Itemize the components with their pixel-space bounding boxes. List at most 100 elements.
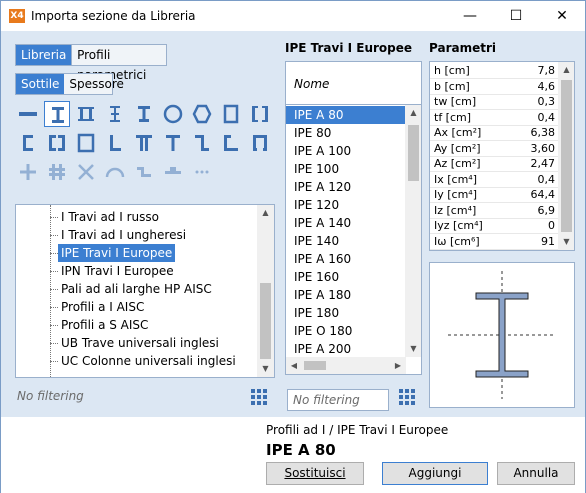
scroll-right-icon[interactable]: ▶: [390, 357, 406, 374]
tree-connector: [50, 253, 58, 254]
hat-shape-icon[interactable]: [160, 159, 186, 185]
more-shape-icon[interactable]: [189, 159, 215, 185]
maximize-button[interactable]: ☐: [493, 1, 539, 31]
t-section-shape-icon[interactable]: [131, 101, 157, 127]
tee-shape-icon[interactable]: [160, 130, 186, 156]
parameter-row: tw [cm] 0,3: [430, 94, 559, 110]
minimize-button[interactable]: —: [447, 1, 493, 31]
profile-list-item[interactable]: IPE O 180: [286, 322, 406, 340]
tree-connector: [50, 325, 58, 326]
scroll-up-icon[interactable]: ▲: [558, 62, 574, 78]
scroll-up-icon[interactable]: ▲: [257, 205, 274, 221]
scroll-down-icon[interactable]: ▼: [558, 234, 574, 250]
tree-item-label: IPE Travi I Europee: [58, 244, 176, 262]
parameter-name: h [cm]: [434, 64, 470, 77]
z-section-alt-shape-icon[interactable]: [218, 130, 244, 156]
parameters-scrollbar[interactable]: ▲ ▼: [558, 62, 574, 250]
parameter-value: 91: [541, 234, 555, 248]
profile-list-item[interactable]: IPE A 140: [286, 214, 406, 232]
cross-double-shape-icon[interactable]: [44, 159, 70, 185]
parameter-row: Iyz [cm⁴] 0: [430, 218, 559, 234]
close-button[interactable]: ✕: [539, 1, 585, 31]
tab-library[interactable]: Libreria: [16, 45, 72, 65]
replace-button[interactable]: Sostituisci: [266, 462, 364, 485]
i-beam-shape-icon[interactable]: [44, 101, 70, 127]
profile-list-item[interactable]: IPE A 200: [286, 340, 406, 358]
profile-list-item[interactable]: IPE 100: [286, 160, 406, 178]
hexagon-shape-icon[interactable]: [189, 101, 215, 127]
flat-bar-shape-icon[interactable]: [15, 101, 41, 127]
dialog-window: X4 Importa sezione da Libreria — ☐ ✕ Lib…: [0, 0, 586, 493]
tree-scrollbar[interactable]: ▲ ▼: [257, 205, 274, 377]
scroll-thumb[interactable]: [260, 283, 271, 359]
profile-list-item[interactable]: IPE A 180: [286, 286, 406, 304]
parameter-row: Iz [cm⁴] 6,9: [430, 203, 559, 219]
arc-shape-icon[interactable]: [102, 159, 128, 185]
tree-item-label: Profili a S AISC: [61, 318, 149, 332]
tree-item-label: I Travi ad I russo: [61, 210, 159, 224]
profile-hscrollbar[interactable]: ◀ ▶: [286, 357, 406, 374]
x-cross-shape-icon[interactable]: [73, 159, 99, 185]
cross-shape-icon[interactable]: [15, 159, 41, 185]
parameter-value: 64,4: [530, 188, 556, 201]
scroll-down-icon[interactable]: ▼: [257, 361, 274, 377]
scroll-up-icon[interactable]: ▲: [405, 105, 421, 121]
profile-list-item[interactable]: IPE 180: [286, 304, 406, 322]
double-t-shape-icon[interactable]: [131, 130, 157, 156]
tab-thick[interactable]: Spessore: [64, 74, 129, 94]
profile-scrollbar[interactable]: ▲ ▼: [405, 105, 421, 357]
scroll-left-icon[interactable]: ◀: [286, 357, 302, 374]
tree-filter-input[interactable]: No filtering: [17, 389, 84, 403]
parameter-value: 6,38: [530, 126, 556, 139]
section-preview: [429, 262, 575, 408]
cold-formed-shape-icon[interactable]: [131, 159, 157, 185]
channel-shape-icon[interactable]: [15, 130, 41, 156]
profile-list-item[interactable]: IPE A 80: [286, 106, 406, 124]
cancel-button[interactable]: Annulla: [497, 462, 575, 485]
double-i-shape-icon[interactable]: [73, 101, 99, 127]
scroll-thumb[interactable]: [561, 80, 572, 232]
parameter-name: Iz [cm⁴]: [434, 203, 477, 217]
angle-shape-icon[interactable]: [102, 130, 128, 156]
profile-family-tree[interactable]: I Travi ad I russo I Travi ad I ungheresi…: [15, 204, 275, 378]
z-section-shape-icon[interactable]: [189, 130, 215, 156]
tree-item-label: IPN Travi I Europee: [61, 264, 174, 278]
tab-thin[interactable]: Sottile: [16, 74, 65, 94]
circle-shape-icon[interactable]: [160, 101, 186, 127]
scroll-thumb[interactable]: [408, 125, 419, 181]
profile-list-item[interactable]: IPE 160: [286, 268, 406, 286]
parameter-name: tw [cm]: [434, 95, 477, 108]
welded-i-shape-icon[interactable]: [102, 101, 128, 127]
grid-view-icon[interactable]: [399, 389, 415, 405]
add-button[interactable]: Aggiungi: [382, 462, 488, 485]
parameter-row: Ax [cm²] 6,38: [430, 125, 559, 141]
tree-connector: [50, 307, 58, 308]
lip-channel-shape-icon[interactable]: [247, 130, 273, 156]
profile-list-item[interactable]: IPE A 120: [286, 178, 406, 196]
scroll-down-icon[interactable]: ▼: [405, 341, 421, 357]
profile-list-item[interactable]: IPE A 160: [286, 250, 406, 268]
double-channel-shape-icon[interactable]: [247, 101, 273, 127]
profile-list-item[interactable]: IPE A 100: [286, 142, 406, 160]
parameter-value: 0,4: [537, 172, 556, 186]
thickness-toggle: Sottile Spessore: [15, 73, 124, 95]
double-channel-open-shape-icon[interactable]: [44, 130, 70, 156]
rect-tube-shape-icon[interactable]: [218, 101, 244, 127]
scroll-thumb[interactable]: [304, 361, 326, 370]
profile-filter-input[interactable]: No filtering: [287, 389, 389, 411]
replace-button-label: Sostituisci: [284, 466, 346, 480]
parameter-name: b [cm]: [434, 79, 470, 93]
source-toggle: Libreria Profili parametrici: [15, 44, 167, 82]
profile-list-header: Nome: [285, 61, 422, 105]
tree-connector: [50, 235, 58, 236]
window-title: Importa sezione da Libreria: [31, 9, 196, 23]
parameter-name: Iyz [cm⁴]: [434, 219, 483, 232]
box-shape-icon[interactable]: [73, 130, 99, 156]
profile-list-item[interactable]: IPE 120: [286, 196, 406, 214]
tab-parametric-profiles[interactable]: Profili parametrici: [72, 45, 166, 82]
profile-list-item[interactable]: IPE 140: [286, 232, 406, 250]
profile-list-item[interactable]: IPE 80: [286, 124, 406, 142]
profile-list[interactable]: IPE A 80 IPE 80 IPE A 100 IPE 100 IPE A 120 I…: [285, 104, 422, 375]
grid-view-icon[interactable]: [251, 389, 267, 405]
parameter-value: 0,4: [537, 110, 556, 124]
